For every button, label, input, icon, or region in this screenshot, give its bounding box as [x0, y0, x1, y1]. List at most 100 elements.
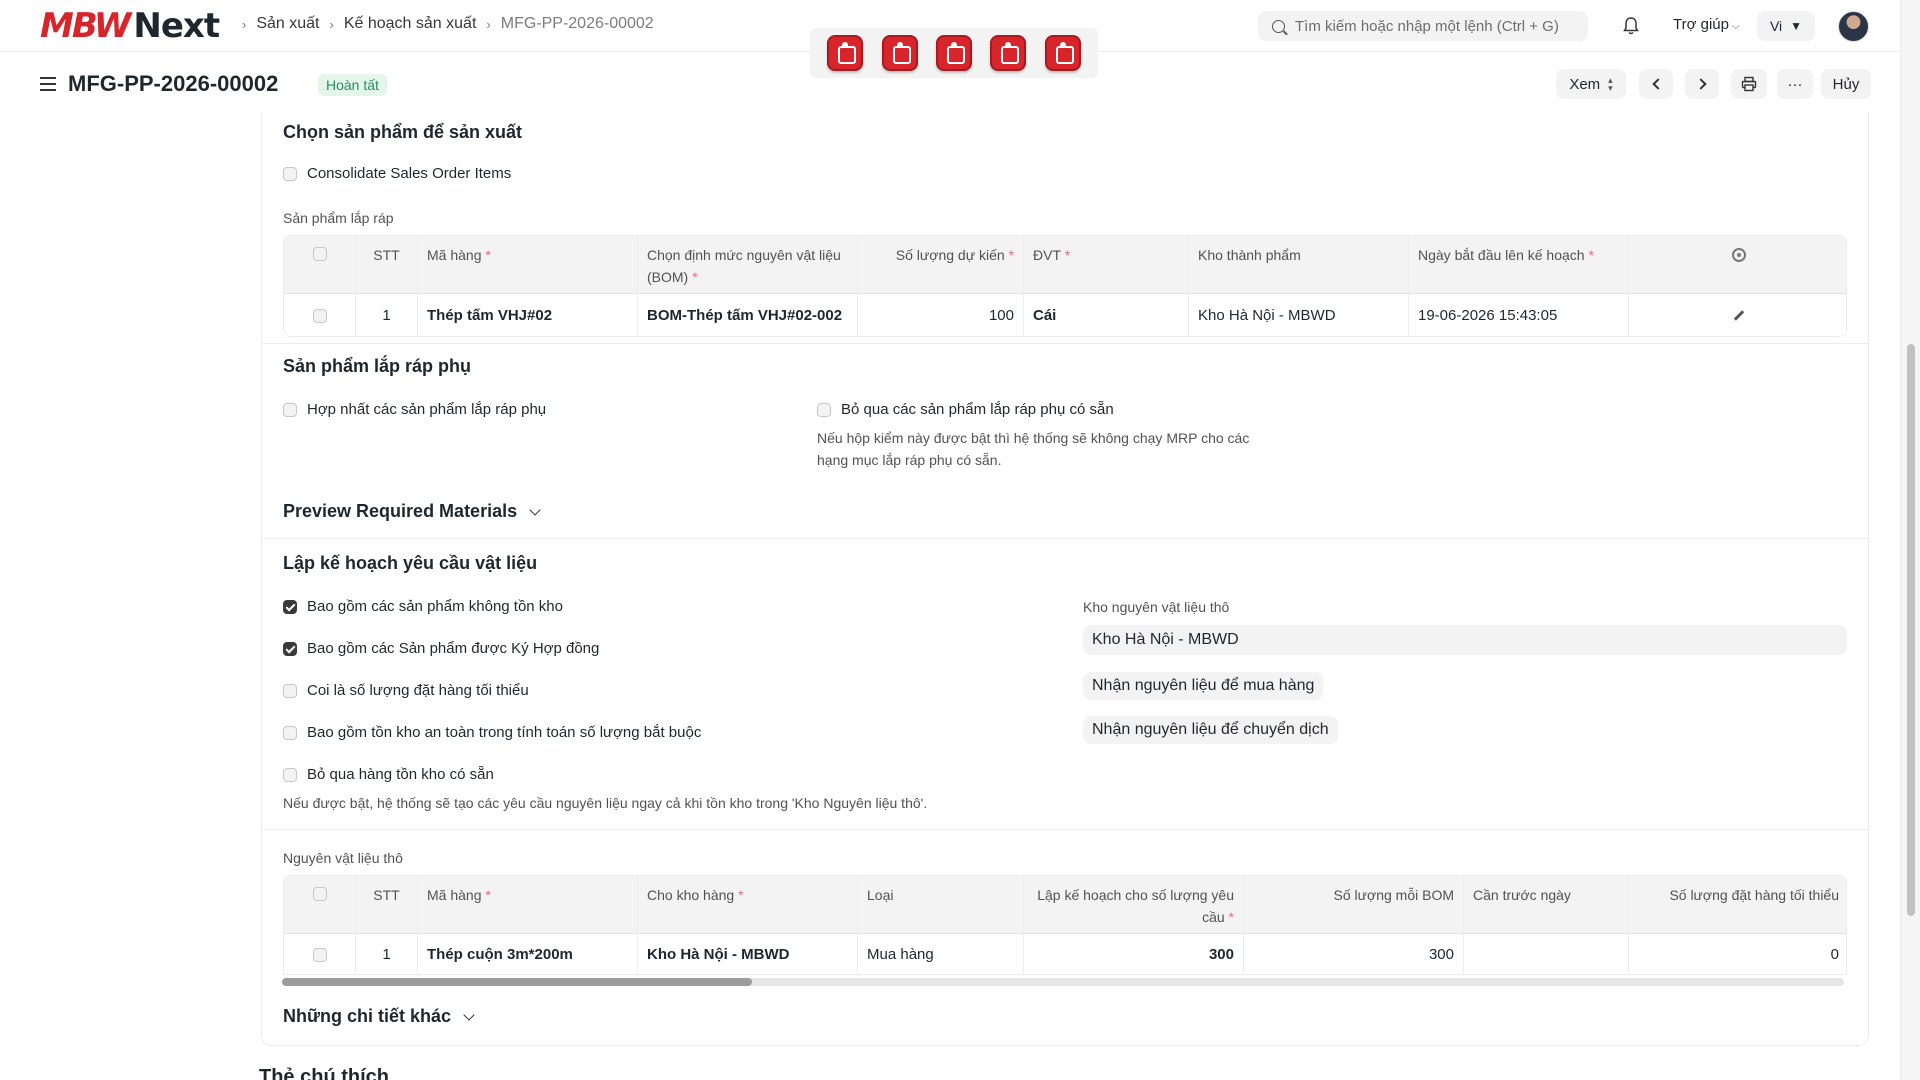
checkbox[interactable] — [283, 725, 297, 740]
breadcrumb-production-plan[interactable]: Kế hoạch sản xuất — [344, 15, 477, 33]
row-checkbox[interactable] — [312, 948, 327, 962]
checkbox-checked[interactable] — [283, 641, 297, 656]
section-title-sub-assembly: Sản phẩm lắp ráp phụ — [283, 356, 472, 376]
chevron-right-icon: › — [242, 16, 247, 32]
checkbox-checked[interactable] — [283, 599, 297, 614]
checkbox-label: Bao gồm các Sản phẩm được Ký Hợp đồng — [307, 640, 600, 657]
gear-icon[interactable] — [1731, 248, 1746, 262]
language-switcher[interactable]: Vi ▼ — [1757, 11, 1815, 41]
checkbox[interactable] — [283, 166, 297, 181]
row-min-order-qty[interactable]: 0 — [1629, 934, 1846, 974]
row-planned-qty[interactable]: 100 — [858, 294, 1024, 336]
user-avatar[interactable] — [1838, 11, 1869, 42]
row-warehouse[interactable]: Kho Hà Nội - MBWD — [638, 934, 858, 974]
raw-warehouse-field[interactable]: Kho Hà Nội - MBWD — [1083, 625, 1847, 655]
skip-available-sub-assembly-checkbox[interactable]: Bỏ qua các sản phẩm lắp ráp phụ có sẵn — [817, 401, 1114, 418]
select-all-cell[interactable] — [284, 876, 356, 933]
section-toggle-other-details[interactable]: Những chi tiết khác — [283, 1006, 475, 1027]
include-subcontracted-items-checkbox[interactable]: Bao gồm các Sản phẩm được Ký Hợp đồng — [283, 640, 599, 657]
row-schedule-date[interactable] — [1464, 934, 1629, 974]
checkbox[interactable] — [283, 402, 297, 417]
section-divider — [262, 538, 1868, 539]
row-qty-per-bom[interactable]: 300 — [1244, 934, 1464, 974]
select-arrows-icon: ▴ ▾ — [1608, 75, 1613, 93]
printer-icon — [1741, 76, 1757, 92]
help-dropdown[interactable]: Trợ giúp ⌵ — [1673, 16, 1740, 33]
col-for-warehouse: Cho kho hàng * — [638, 876, 858, 933]
row-required-qty[interactable]: 300 — [1024, 934, 1244, 974]
row-type[interactable]: Mua hàng — [858, 934, 1024, 974]
col-schedule-date: Cần trước ngày — [1464, 876, 1629, 933]
combine-sub-items-checkbox[interactable]: Hợp nhất các sản phẩm lắp ráp phụ — [283, 401, 546, 418]
section-title-preview: Preview Required Materials — [283, 501, 518, 521]
table-header-row: STT Mã hàng * Cho kho hàng * Loại Lập kế… — [284, 876, 1846, 934]
table-row[interactable]: 1 Thép cuộn 3m*200m Kho Hà Nội - MBWD Mu… — [284, 934, 1846, 974]
logo-mbw: MBW — [40, 6, 131, 46]
get-materials-for-transfer-button[interactable]: Nhận nguyên liệu để chuyển dịch — [1083, 716, 1338, 744]
print-button[interactable] — [1731, 69, 1767, 99]
edit-icon[interactable] — [1733, 310, 1744, 321]
select-all-checkbox[interactable] — [312, 887, 327, 901]
include-non-stock-items-checkbox[interactable]: Bao gồm các sản phẩm không tồn kho — [283, 598, 563, 615]
menu-icon[interactable] — [40, 77, 56, 91]
scrollbar-thumb[interactable] — [282, 978, 752, 986]
section-toggle-preview[interactable]: Preview Required Materials — [283, 501, 541, 522]
row-select-cell[interactable] — [284, 934, 356, 974]
consider-min-order-qty-checkbox[interactable]: Coi là số lượng đặt hàng tối thiểu — [283, 682, 529, 699]
col-required-qty-label: Lập kế hoạch cho số lượng yêu cầu — [1037, 887, 1234, 925]
col-start-date: Ngày bắt đầu lên kế hoạch * — [1409, 236, 1629, 293]
column-settings-cell[interactable] — [1629, 236, 1846, 293]
col-planned-qty: Số lượng dự kiến * — [858, 236, 1024, 293]
select-all-cell[interactable] — [284, 236, 356, 293]
checkbox[interactable] — [283, 683, 297, 698]
col-idx: STT — [356, 876, 418, 933]
table-row[interactable]: 1 Thép tấm VHJ#02 BOM-Thép tấm VHJ#02-00… — [284, 294, 1846, 336]
col-warehouse: Kho thành phẩm — [1189, 236, 1409, 293]
section-title-tags: Thẻ chú thích — [259, 1066, 389, 1080]
breadcrumb-current[interactable]: MFG-PP-2026-00002 — [501, 15, 654, 33]
chevron-down-icon — [463, 1009, 475, 1021]
app-logo[interactable]: MBW Next — [40, 6, 220, 46]
ignore-existing-stock-checkbox[interactable]: Bỏ qua hàng tồn kho có sẵn — [283, 766, 494, 783]
page-title: MFG-PP-2026-00002 — [68, 71, 279, 96]
row-item-code[interactable]: Thép cuộn 3m*200m — [418, 934, 638, 974]
row-select-cell[interactable] — [284, 294, 356, 336]
view-dropdown[interactable]: Xem ▴ ▾ — [1556, 69, 1626, 99]
checkbox-label: Coi là số lượng đặt hàng tối thiểu — [307, 682, 529, 699]
row-edit-cell[interactable] — [1629, 294, 1846, 336]
section-title-other-details: Những chi tiết khác — [283, 1006, 452, 1026]
page-header: MFG-PP-2026-00002 Hoàn tất Xem ▴ ▾ ··· Hủ… — [0, 62, 1900, 110]
col-start-date-label: Ngày bắt đầu lên kế hoạch — [1418, 247, 1585, 263]
next-doc-button[interactable] — [1685, 69, 1719, 99]
row-item-code[interactable]: Thép tấm VHJ#02 — [418, 294, 638, 336]
scrollbar-thumb[interactable] — [1907, 344, 1915, 916]
row-uom[interactable]: Cái — [1024, 294, 1189, 336]
consolidate-sales-order-checkbox[interactable]: Consolidate Sales Order Items — [283, 165, 511, 182]
search-icon — [1272, 19, 1285, 33]
checkbox[interactable] — [283, 767, 297, 782]
get-materials-for-purchase-button[interactable]: Nhận nguyên liệu để mua hàng — [1083, 672, 1324, 700]
row-checkbox[interactable] — [312, 308, 327, 323]
row-warehouse[interactable]: Kho Hà Nội - MBWD — [1189, 294, 1409, 336]
table-horizontal-scrollbar[interactable] — [282, 978, 1844, 986]
raw-warehouse-label: Kho nguyên vật liệu thô — [1083, 599, 1230, 615]
logo-next: Next — [133, 6, 220, 46]
include-safety-stock-checkbox[interactable]: Bao gồm tồn kho an toàn trong tính toán … — [283, 724, 701, 741]
search-input[interactable] — [1295, 17, 1585, 35]
cancel-button[interactable]: Hủy — [1821, 69, 1871, 99]
page-vertical-scrollbar[interactable] — [1900, 0, 1920, 1080]
status-badge: Hoàn tất — [318, 74, 387, 96]
row-start-date[interactable]: 19-06-2026 15:43:05 — [1409, 294, 1629, 336]
checkbox[interactable] — [817, 402, 831, 417]
col-item-code: Mã hàng * — [418, 876, 638, 933]
breadcrumb-manufacturing[interactable]: Sản xuất — [256, 15, 319, 33]
more-actions-button[interactable]: ··· — [1777, 69, 1813, 99]
select-all-checkbox[interactable] — [312, 247, 327, 261]
row-bom[interactable]: BOM-Thép tấm VHJ#02-002 — [638, 294, 858, 336]
breadcrumb: › Sản xuất › Kế hoạch sản xuất › MFG-PP-… — [232, 15, 654, 33]
ignore-stock-description: Nếu được bật, hệ thống sẽ tạo các yêu cầ… — [283, 795, 928, 811]
previous-doc-button[interactable] — [1639, 69, 1673, 99]
form-card: Chọn sản phẩm để sản xuất Consolidate Sa… — [261, 112, 1869, 1046]
bell-icon[interactable] — [1622, 16, 1640, 36]
search-bar[interactable] — [1258, 11, 1588, 41]
